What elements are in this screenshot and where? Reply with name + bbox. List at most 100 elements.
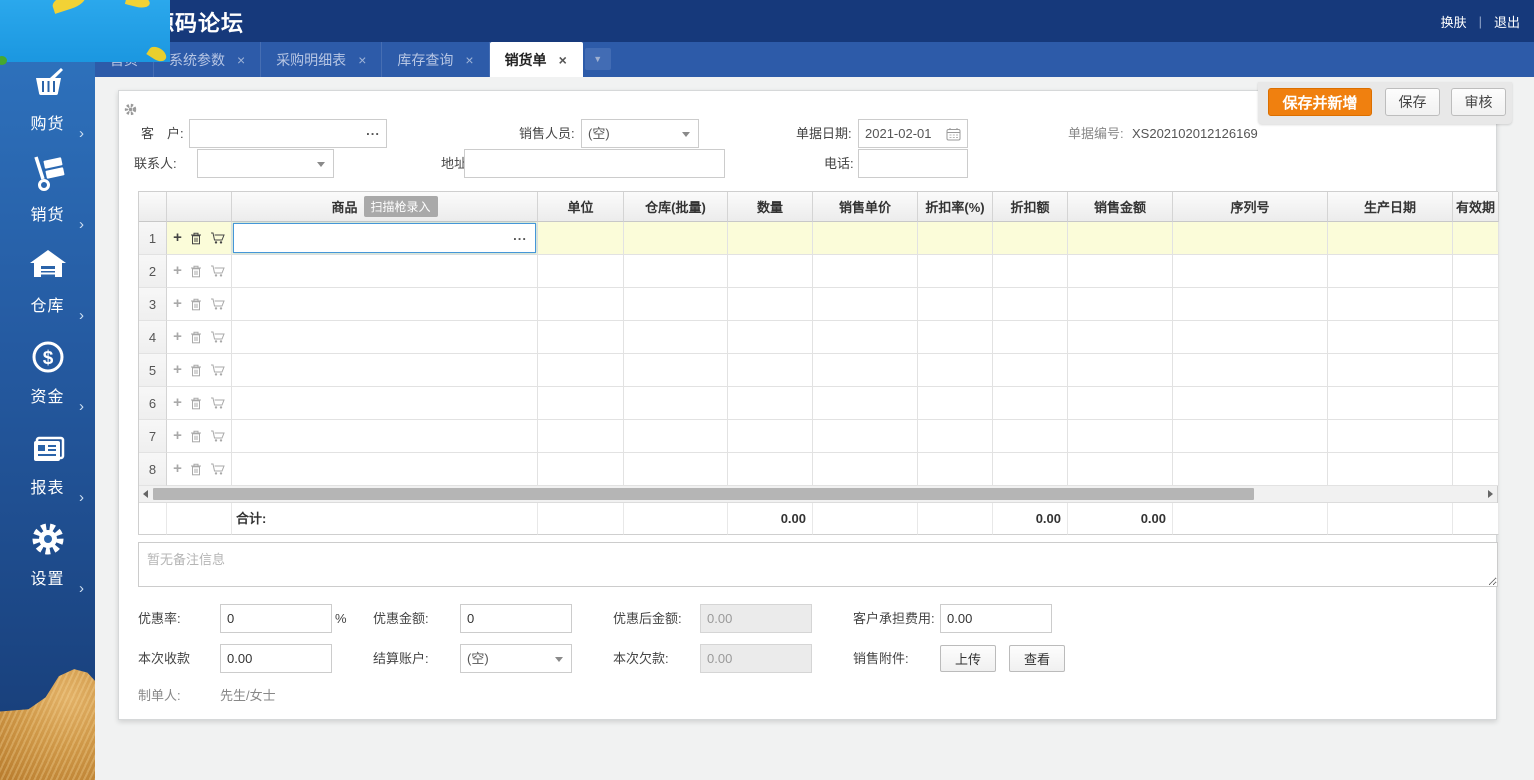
upload-button[interactable]: 上传	[940, 645, 996, 672]
grid-cell[interactable]	[993, 255, 1068, 288]
delete-row-icon[interactable]	[190, 232, 202, 245]
grid-cell[interactable]	[918, 420, 993, 453]
grid-cell[interactable]	[1328, 222, 1453, 255]
grid-cell[interactable]: +	[167, 288, 232, 321]
cart-icon[interactable]	[210, 463, 225, 475]
grid-cell[interactable]	[918, 288, 993, 321]
grid-cell[interactable]	[1328, 354, 1453, 387]
grid-cell[interactable]: +	[167, 420, 232, 453]
payment-input[interactable]	[221, 645, 331, 672]
grid-cell[interactable]	[1068, 354, 1173, 387]
grid-cell[interactable]	[993, 222, 1068, 255]
grid-cell[interactable]	[232, 387, 538, 420]
grid-cell[interactable]	[918, 354, 993, 387]
grid-cell[interactable]	[993, 420, 1068, 453]
cart-icon[interactable]	[210, 430, 225, 442]
change-skin-link[interactable]: 换肤	[1441, 12, 1467, 31]
grid-cell[interactable]	[1068, 255, 1173, 288]
grid-cell[interactable]	[624, 387, 728, 420]
grid-cell[interactable]	[1453, 321, 1499, 354]
add-row-icon[interactable]: +	[173, 461, 182, 476]
grid-cell[interactable]	[1068, 288, 1173, 321]
grid-cell[interactable]	[1453, 387, 1499, 420]
grid-cell[interactable]	[1068, 321, 1173, 354]
customer-input[interactable]	[190, 120, 386, 147]
sidebar-item-funds[interactable]: $ 资金 ›	[0, 331, 95, 422]
cart-icon[interactable]	[210, 298, 225, 310]
grid-cell[interactable]	[624, 255, 728, 288]
grid-cell[interactable]	[813, 420, 918, 453]
grid-cell[interactable]	[624, 222, 728, 255]
grid-cell[interactable]	[538, 420, 624, 453]
grid-cell[interactable]	[813, 255, 918, 288]
discount-rate-input[interactable]	[221, 605, 331, 632]
grid-cell[interactable]	[232, 288, 538, 321]
delete-row-icon[interactable]	[190, 265, 202, 278]
grid-cell[interactable]	[728, 255, 813, 288]
cart-icon[interactable]	[210, 331, 225, 343]
grid-cell[interactable]	[1453, 354, 1499, 387]
grid-cell[interactable]	[728, 321, 813, 354]
tab-list-dropdown[interactable]: ▼	[585, 48, 611, 70]
grid-cell[interactable]	[232, 354, 538, 387]
close-icon[interactable]: ×	[465, 52, 473, 68]
grid-cell[interactable]	[993, 288, 1068, 321]
cart-icon[interactable]	[210, 364, 225, 376]
phone-input[interactable]	[859, 150, 967, 177]
tab-purchase-detail[interactable]: 采购明细表 ×	[261, 42, 382, 77]
grid-cell[interactable]: ...	[232, 222, 538, 255]
grid-cell[interactable]	[232, 453, 538, 486]
grid-cell[interactable]	[1173, 288, 1328, 321]
logout-link[interactable]: 退出	[1494, 12, 1520, 31]
grid-cell[interactable]	[728, 420, 813, 453]
view-button[interactable]: 查看	[1009, 645, 1065, 672]
grid-cell[interactable]	[538, 255, 624, 288]
delete-row-icon[interactable]	[190, 364, 202, 377]
grid-cell[interactable]	[1173, 321, 1328, 354]
grid-cell[interactable]	[1173, 387, 1328, 420]
add-row-icon[interactable]: +	[173, 362, 182, 377]
scroll-right-arrow[interactable]	[1488, 490, 1493, 498]
tab-inventory-query[interactable]: 库存查询 ×	[382, 42, 489, 77]
grid-cell[interactable]	[728, 387, 813, 420]
grid-cell[interactable]	[1173, 222, 1328, 255]
grid-cell[interactable]	[1328, 255, 1453, 288]
delete-row-icon[interactable]	[190, 331, 202, 344]
grid-cell[interactable]	[918, 387, 993, 420]
add-row-icon[interactable]: +	[173, 230, 182, 245]
grid-cell[interactable]	[993, 321, 1068, 354]
grid-cell[interactable]	[993, 387, 1068, 420]
grid-cell[interactable]	[728, 222, 813, 255]
grid-cell[interactable]	[1173, 420, 1328, 453]
grid-cell[interactable]	[1068, 387, 1173, 420]
grid-cell[interactable]: +	[167, 222, 232, 255]
address-input[interactable]	[465, 150, 724, 177]
delete-row-icon[interactable]	[190, 463, 202, 476]
cart-icon[interactable]	[210, 265, 225, 277]
grid-cell[interactable]	[728, 354, 813, 387]
add-row-icon[interactable]: +	[173, 428, 182, 443]
grid-cell[interactable]	[538, 387, 624, 420]
sidebar-item-reports[interactable]: 报表 ›	[0, 422, 95, 513]
audit-button[interactable]: 审核	[1451, 88, 1506, 116]
doc-date-field[interactable]: 2021-02-01	[858, 119, 968, 148]
grid-cell[interactable]	[813, 321, 918, 354]
horizontal-scrollbar[interactable]	[139, 486, 1497, 503]
grid-cell[interactable]	[1328, 387, 1453, 420]
settlement-account-select[interactable]: (空)	[460, 644, 572, 673]
grid-cell[interactable]	[538, 354, 624, 387]
close-icon[interactable]: ×	[559, 52, 567, 68]
add-row-icon[interactable]: +	[173, 395, 182, 410]
delete-row-icon[interactable]	[190, 298, 202, 311]
grid-cell[interactable]	[993, 354, 1068, 387]
sidebar-item-warehouse[interactable]: 仓库 ›	[0, 240, 95, 331]
grid-cell[interactable]	[624, 354, 728, 387]
grid-cell[interactable]	[538, 321, 624, 354]
tab-system-params[interactable]: 系统参数 ×	[154, 42, 261, 77]
discount-amount-input[interactable]	[461, 605, 571, 632]
grid-cell[interactable]	[918, 255, 993, 288]
grid-cell[interactable]	[1328, 453, 1453, 486]
close-icon[interactable]: ×	[237, 52, 245, 68]
grid-cell[interactable]	[1173, 453, 1328, 486]
grid-cell[interactable]	[918, 222, 993, 255]
